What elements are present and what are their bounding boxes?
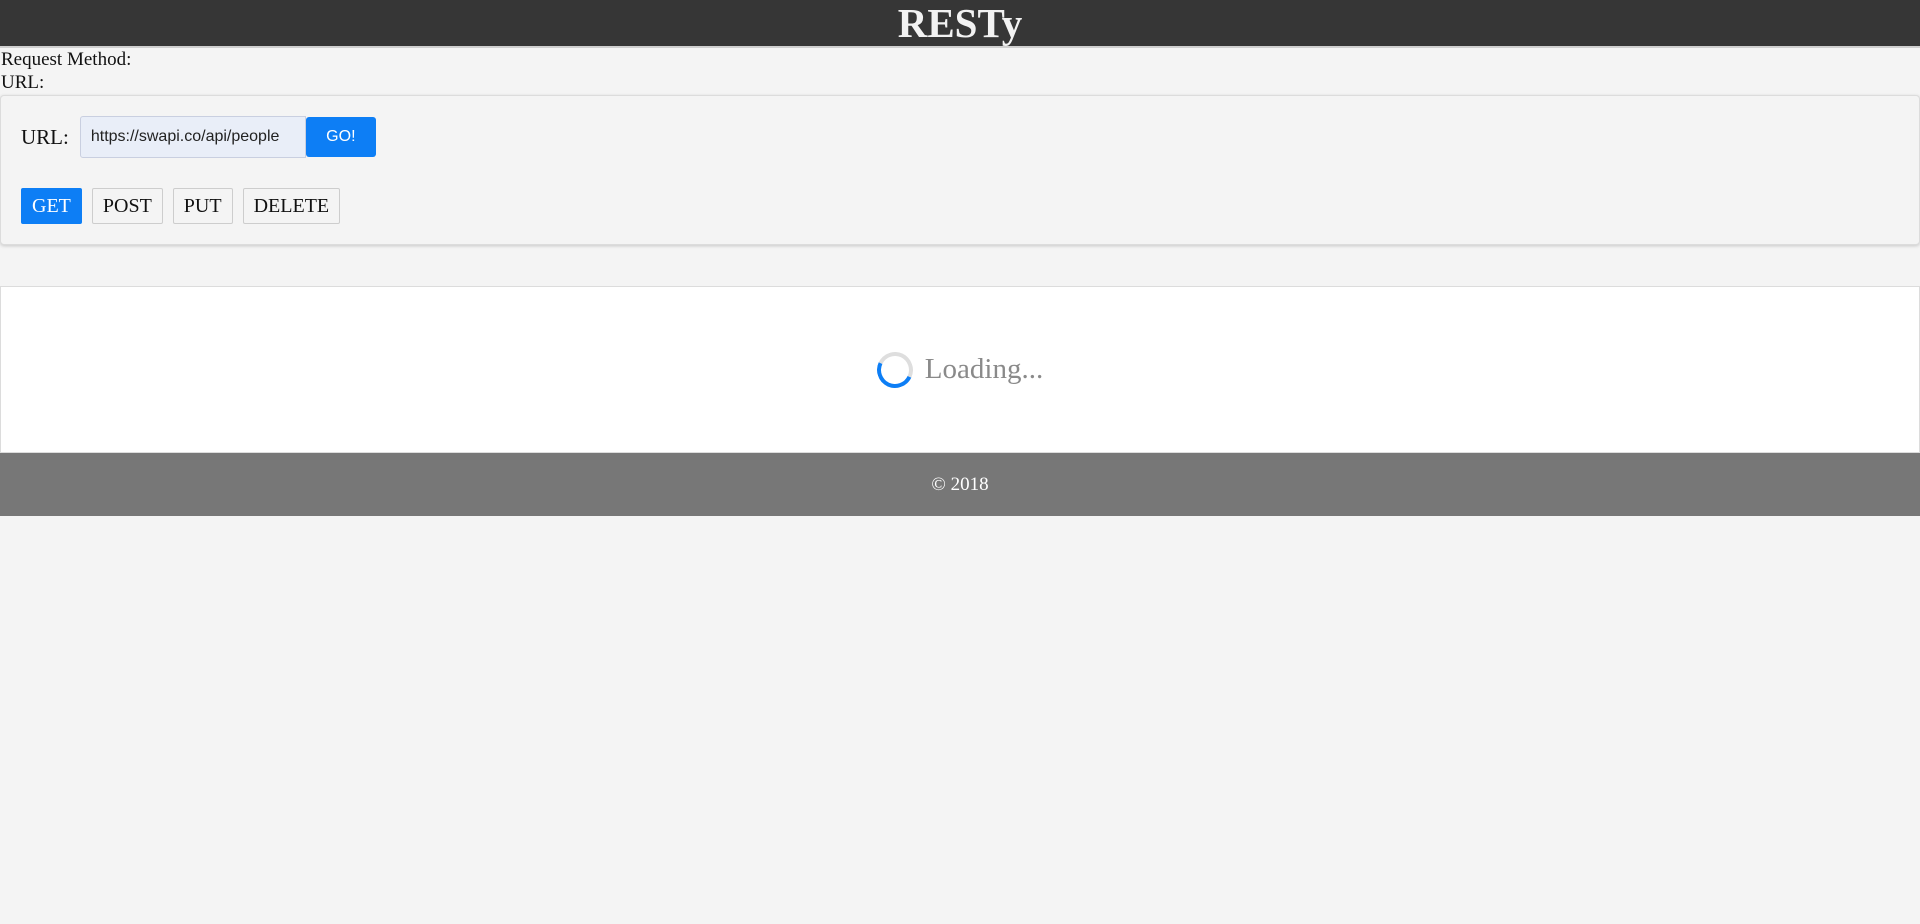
method-get-button[interactable]: GET: [21, 188, 82, 224]
url-input[interactable]: [79, 116, 306, 158]
request-status: Request Method: URL:: [0, 48, 1920, 94]
results-panel: Loading...: [0, 286, 1920, 453]
method-put-button[interactable]: PUT: [172, 188, 233, 224]
app-header: RESTy: [0, 0, 1920, 48]
request-url-status: URL:: [1, 72, 45, 93]
request-method-status: Request Method:: [1, 49, 132, 70]
request-form: URL: GO! GET POST PUT DELETE: [0, 95, 1920, 245]
app-footer: © 2018: [0, 453, 1920, 516]
method-selector: GET POST PUT DELETE: [21, 188, 350, 224]
loading-text: Loading...: [924, 353, 1044, 385]
method-delete-button[interactable]: DELETE: [242, 188, 341, 224]
footer-copyright: © 2018: [931, 473, 989, 495]
app-title: RESTy: [897, 0, 1023, 46]
spinner-icon: [871, 346, 918, 393]
url-row: URL: GO!: [21, 116, 376, 158]
url-label: URL:: [21, 124, 69, 149]
method-post-button[interactable]: POST: [91, 188, 163, 224]
loading-indicator: Loading...: [871, 346, 1044, 393]
go-button[interactable]: GO!: [305, 117, 376, 157]
